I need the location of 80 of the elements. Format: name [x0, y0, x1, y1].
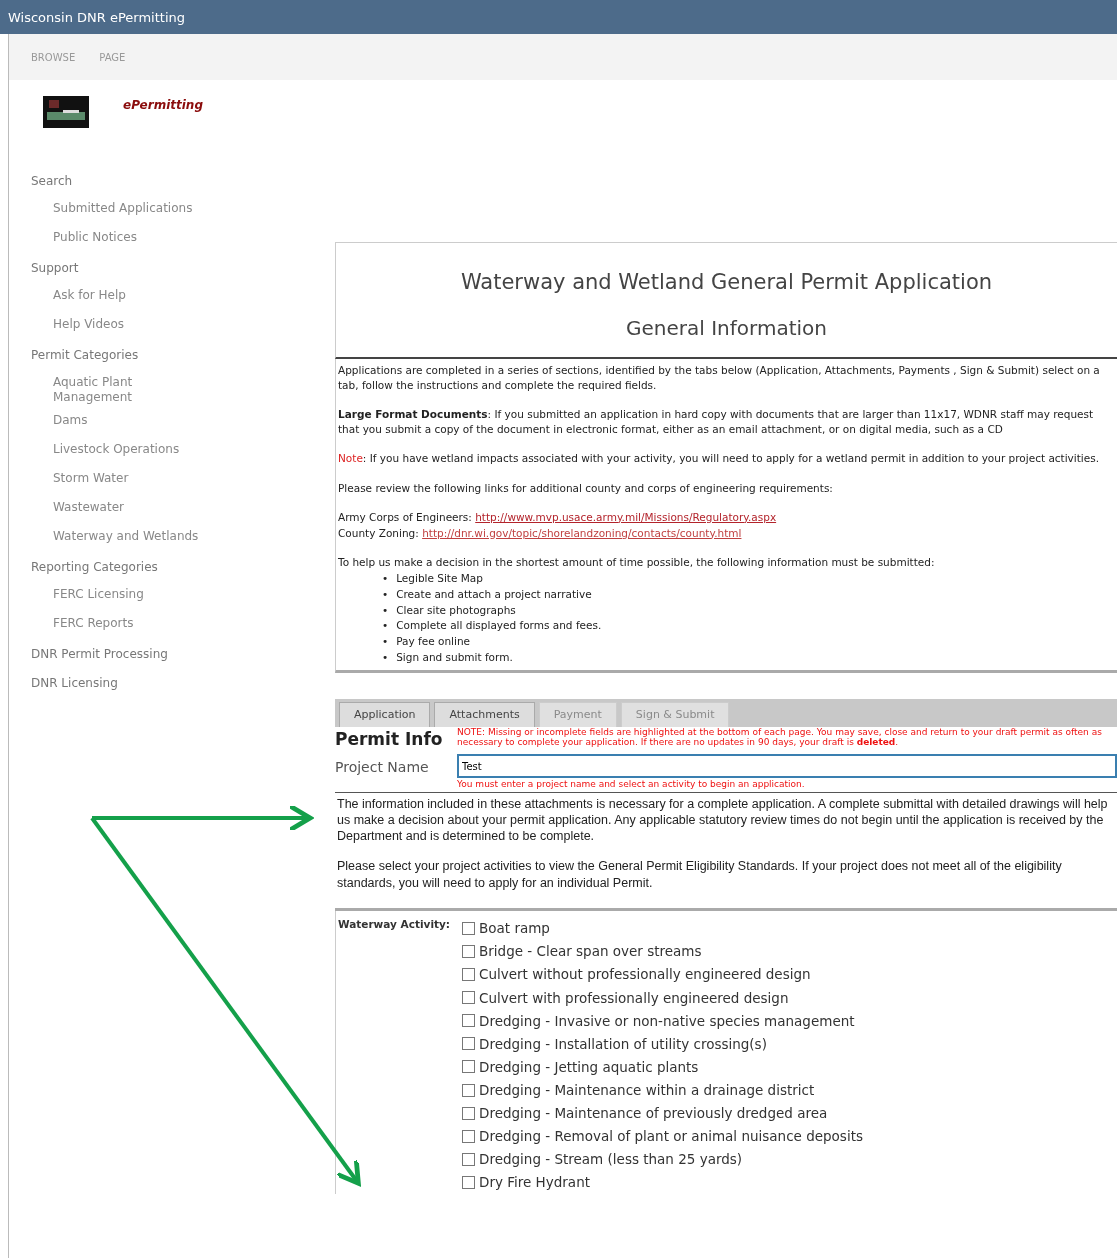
info-paragraph: The information included in these attachments is necessary for a complete application. A complete submittal with detailed drawings will help us make a decision about your permit application. Any applicable statutory review times do not begin until the application is received by the Department and is determined to be complete. — [337, 795, 1109, 845]
option-label: Culvert with professionally engineered design — [479, 988, 789, 1008]
info-paragraph: Please select your project activities to view the General Permit Eligibility Standards. If your project does not meet all of the eligibility standards, you will need to apply for an individual Permit. — [337, 858, 1063, 891]
sidebar-item[interactable]: DNR Licensing — [9, 670, 335, 699]
sidebar-item[interactable]: Reporting Categories — [9, 554, 335, 583]
intro-paragraph: Applications are completed in a series of sections, identified by the tabs below (Application, Attachments, Payments , Sign & Submit) select on a tab, follow the instructions and complete the required fields. — [338, 362, 1101, 393]
sidebar-subitem[interactable]: Aquatic Plant Management — [9, 371, 199, 409]
url-link[interactable]: http://dnr.wi.gov/topic/shorelandzoning/contacts/county.html — [422, 526, 742, 539]
tab[interactable]: Attachments — [434, 701, 535, 728]
window-title: Wisconsin DNR ePermitting — [0, 0, 1117, 34]
option-label: Dredging - Jetting aquatic plants — [479, 1057, 699, 1077]
section-heading: Permit Info — [335, 728, 444, 752]
link-label: County Zoning: — [338, 526, 419, 539]
checkbox[interactable] — [462, 968, 475, 982]
list-bullet: • — [382, 649, 389, 665]
list-item: Sign and submit form. — [396, 649, 513, 665]
page-title: Waterway and Wetland General Permit Application — [459, 269, 994, 296]
list-item: Complete all displayed forms and fees. — [396, 618, 602, 634]
ribbon-tab[interactable]: BROWSE — [31, 49, 76, 65]
sidebar-subitem[interactable]: Submitted Applications — [9, 197, 199, 226]
sidebar-item[interactable]: Permit Categories — [9, 342, 335, 371]
ribbon-tab[interactable]: PAGE — [99, 49, 126, 65]
checkbox[interactable] — [462, 1014, 475, 1028]
sidebar-subitem[interactable]: Storm Water — [9, 467, 199, 496]
list-item: Create and attach a project narrative — [396, 586, 592, 602]
list-bullet: • — [382, 571, 389, 587]
field-label: Waterway Activity: — [337, 916, 452, 932]
note-paragraph: Note: If you have wetland impacts associated with your activity, you will need to apply for a wetland permit in addition to your project activities. — [338, 451, 1101, 467]
checkbox[interactable] — [462, 1152, 475, 1166]
error-message: You must enter a project name and select an activity to begin an application. — [457, 778, 806, 792]
sidebar-subitem[interactable]: Waterway and Wetlands — [9, 525, 199, 554]
sidebar-subitem[interactable]: Public Notices — [9, 226, 199, 255]
list-item: Pay fee online — [396, 634, 471, 650]
checkbox[interactable] — [462, 1129, 475, 1143]
checkbox[interactable] — [462, 921, 475, 935]
option-label: Dredging - Stream (less than 25 yards) — [479, 1150, 743, 1170]
input-field[interactable]: Test — [457, 754, 1117, 779]
checkbox[interactable] — [462, 1175, 475, 1189]
checkbox[interactable] — [462, 1106, 475, 1120]
sidebar-subitem[interactable]: Ask for Help — [9, 284, 199, 313]
sidebar-item[interactable]: Search — [9, 168, 335, 197]
sidebar-subitem[interactable]: Wastewater — [9, 496, 199, 525]
section-title: General Information — [625, 314, 828, 342]
tab[interactable]: Application — [339, 701, 431, 728]
field-label: Project Name — [335, 757, 430, 777]
checkbox[interactable] — [462, 944, 475, 958]
sidebar-subitem[interactable]: FERC Licensing — [9, 583, 199, 612]
sidebar-subitem[interactable]: Help Videos — [9, 313, 199, 342]
option-label: Boat ramp — [479, 919, 550, 939]
option-label: Dredging - Removal of plant or animal nuisance deposits — [479, 1127, 863, 1147]
notice-text: NOTE: Missing or incomplete fields are highlighted at the bottom of each page. You may save, close and return to your draft permit as often as necessary to complete your application. If there are no updates in 90 days, your draft is deleted. — [457, 727, 1103, 750]
sidebar-subitem[interactable]: Dams — [9, 409, 199, 438]
option-label: Dredging - Maintenance within a drainage district — [479, 1080, 815, 1100]
option-label: Dredging - Maintenance of previously dredged area — [479, 1104, 828, 1123]
intro-paragraph: Please review the following links for additional county and corps of engineering requirements: — [338, 480, 834, 496]
list-bullet: • — [382, 602, 389, 618]
url-link[interactable]: http://www.mvp.usace.army.mil/Missions/Regulatory.aspx — [475, 510, 777, 523]
option-label: Culvert without professionally engineered design — [479, 965, 811, 985]
sidebar-item[interactable]: Support — [9, 255, 335, 284]
list-item: Legible Site Map — [396, 571, 483, 587]
sidebar-item[interactable]: DNR Permit Processing — [9, 641, 335, 670]
list-bullet: • — [382, 586, 389, 602]
list-bullet: • — [382, 618, 389, 634]
sidebar-subitem[interactable]: FERC Reports — [9, 612, 199, 641]
option-label: Dredging - Invasive or non-native species management — [479, 1011, 855, 1031]
checkbox[interactable] — [462, 991, 475, 1005]
checkbox[interactable] — [462, 1037, 475, 1051]
list-item: Clear site photographs — [396, 602, 516, 618]
link-label: Army Corps of Engineers: — [338, 510, 472, 523]
intro-paragraph: Large Format Documents: If you submitted an application in hard copy with documents that are larger than 11x17, WDNR staff may request that you submit a copy of the document in electronic format, either as an email attachment, or on digital media, such as a CD — [338, 406, 1095, 438]
checkbox[interactable] — [462, 1083, 475, 1097]
brand-name: ePermitting — [123, 97, 203, 114]
option-label: Bridge - Clear span over streams — [479, 942, 702, 962]
checkbox[interactable] — [462, 1060, 475, 1074]
logo-icon — [43, 96, 89, 128]
option-label: Dredging - Installation of utility crossing(s) — [479, 1034, 767, 1054]
list-bullet: • — [382, 634, 389, 650]
intro-paragraph: To help us make a decision in the shortest amount of time possible, the following information must be submitted: — [338, 555, 936, 571]
sidebar-subitem[interactable]: Livestock Operations — [9, 438, 199, 467]
option-label: Dry Fire Hydrant — [479, 1173, 590, 1193]
